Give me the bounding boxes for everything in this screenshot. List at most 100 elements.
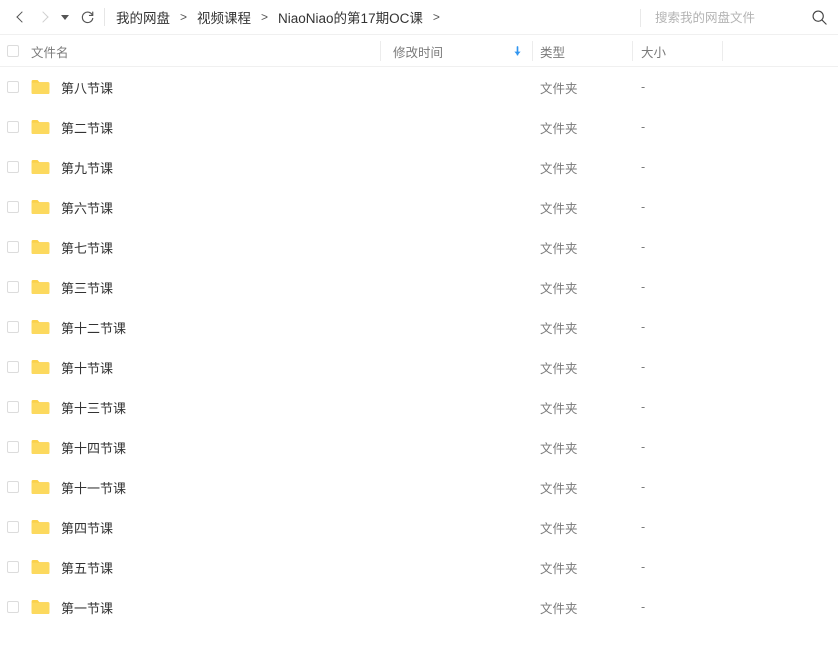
table-row[interactable]: 第十三节课 文件夹 - [0, 387, 838, 427]
file-type: 文件夹 [540, 67, 578, 107]
breadcrumb-separator-2: > [424, 10, 449, 24]
file-name[interactable]: 第十二节课 [61, 307, 126, 347]
table-row[interactable]: 第八节课 文件夹 - [0, 67, 838, 107]
search-input[interactable] [655, 11, 815, 25]
checkbox-box [7, 441, 19, 453]
breadcrumb-item-2[interactable]: NiaoNiao的第17期OC课 [277, 7, 424, 27]
refresh-button[interactable] [74, 5, 100, 29]
navigation-controls [0, 0, 100, 35]
row-checkbox[interactable] [7, 441, 19, 453]
chevron-right-icon [37, 11, 48, 22]
table-row[interactable]: 第四节课 文件夹 - [0, 507, 838, 547]
table-row[interactable]: 第十节课 文件夹 - [0, 347, 838, 387]
table-row[interactable]: 第十四节课 文件夹 - [0, 427, 838, 467]
table-row[interactable]: 第一节课 文件夹 - [0, 587, 838, 627]
file-name[interactable]: 第十节课 [61, 347, 113, 387]
top-toolbar: 我的网盘 > 视频课程 > NiaoNiao的第17期OC课 > [0, 0, 838, 35]
select-all-checkbox[interactable] [7, 45, 19, 57]
file-name[interactable]: 第四节课 [61, 507, 113, 547]
file-name[interactable]: 第十三节课 [61, 387, 126, 427]
file-size: - [641, 267, 645, 307]
toolbar-divider [104, 8, 105, 26]
row-checkbox[interactable] [7, 561, 19, 573]
breadcrumb-item-0[interactable]: 我的网盘 [115, 7, 171, 27]
file-name[interactable]: 第一节课 [61, 587, 113, 627]
file-name[interactable]: 第十一节课 [61, 467, 126, 507]
table-row[interactable]: 第七节课 文件夹 - [0, 227, 838, 267]
file-type: 文件夹 [540, 227, 578, 267]
file-type: 文件夹 [540, 187, 578, 227]
file-name[interactable]: 第六节课 [61, 187, 113, 227]
column-divider-1[interactable] [380, 41, 381, 61]
row-checkbox[interactable] [7, 321, 19, 333]
forward-button[interactable] [32, 5, 56, 29]
row-checkbox[interactable] [7, 521, 19, 533]
table-row[interactable]: 第二节课 文件夹 - [0, 107, 838, 147]
column-divider-3[interactable] [632, 41, 633, 61]
folder-icon [31, 359, 50, 375]
folder-icon [31, 239, 50, 255]
search-divider [640, 9, 641, 27]
folder-icon [31, 439, 50, 455]
folder-icon [31, 279, 50, 295]
column-header-name[interactable]: 文件名 [31, 35, 69, 67]
column-header-type[interactable]: 类型 [540, 35, 565, 67]
column-divider-4[interactable] [722, 41, 723, 61]
file-name[interactable]: 第八节课 [61, 67, 113, 107]
breadcrumb: 我的网盘 > 视频课程 > NiaoNiao的第17期OC课 > [115, 0, 449, 35]
file-size: - [641, 227, 645, 267]
table-row[interactable]: 第六节课 文件夹 - [0, 187, 838, 227]
history-dropdown-button[interactable] [56, 5, 74, 29]
search-icon[interactable] [811, 9, 828, 26]
file-size: - [641, 307, 645, 347]
checkbox-box [7, 161, 19, 173]
breadcrumb-separator-0: > [171, 10, 196, 24]
row-checkbox[interactable] [7, 361, 19, 373]
checkbox-box [7, 321, 19, 333]
arrow-down-icon[interactable] [512, 46, 523, 57]
row-checkbox[interactable] [7, 81, 19, 93]
file-type: 文件夹 [540, 107, 578, 147]
file-type: 文件夹 [540, 147, 578, 187]
file-list: 第八节课 文件夹 - 第二节课 文件夹 - 第九节课 文件夹 - [0, 67, 838, 627]
table-row[interactable]: 第五节课 文件夹 - [0, 547, 838, 587]
file-name[interactable]: 第三节课 [61, 267, 113, 307]
file-size: - [641, 507, 645, 547]
file-name[interactable]: 第九节课 [61, 147, 113, 187]
file-size: - [641, 467, 645, 507]
file-name[interactable]: 第七节课 [61, 227, 113, 267]
file-size: - [641, 387, 645, 427]
row-checkbox[interactable] [7, 161, 19, 173]
table-row[interactable]: 第十一节课 文件夹 - [0, 467, 838, 507]
column-header-modified[interactable]: 修改时间 [393, 35, 443, 67]
file-name[interactable]: 第十四节课 [61, 427, 126, 467]
search-area [640, 0, 838, 35]
checkbox-box [7, 45, 19, 57]
table-row[interactable]: 第三节课 文件夹 - [0, 267, 838, 307]
table-row[interactable]: 第十二节课 文件夹 - [0, 307, 838, 347]
checkbox-box [7, 281, 19, 293]
row-checkbox[interactable] [7, 601, 19, 613]
folder-icon [31, 559, 50, 575]
row-checkbox[interactable] [7, 281, 19, 293]
column-header-row: 文件名 修改时间 类型 大小 [0, 35, 838, 67]
row-checkbox[interactable] [7, 201, 19, 213]
column-divider-2[interactable] [532, 41, 533, 61]
breadcrumb-item-1[interactable]: 视频课程 [196, 7, 252, 27]
row-checkbox[interactable] [7, 241, 19, 253]
file-type: 文件夹 [540, 507, 578, 547]
file-size: - [641, 187, 645, 227]
file-name[interactable]: 第五节课 [61, 547, 113, 587]
file-size: - [641, 587, 645, 627]
back-button[interactable] [8, 5, 32, 29]
file-name[interactable]: 第二节课 [61, 107, 113, 147]
column-header-size[interactable]: 大小 [641, 35, 666, 67]
row-checkbox[interactable] [7, 121, 19, 133]
checkbox-box [7, 481, 19, 493]
file-type: 文件夹 [540, 347, 578, 387]
folder-icon [31, 519, 50, 535]
folder-icon [31, 79, 50, 95]
row-checkbox[interactable] [7, 401, 19, 413]
row-checkbox[interactable] [7, 481, 19, 493]
table-row[interactable]: 第九节课 文件夹 - [0, 147, 838, 187]
